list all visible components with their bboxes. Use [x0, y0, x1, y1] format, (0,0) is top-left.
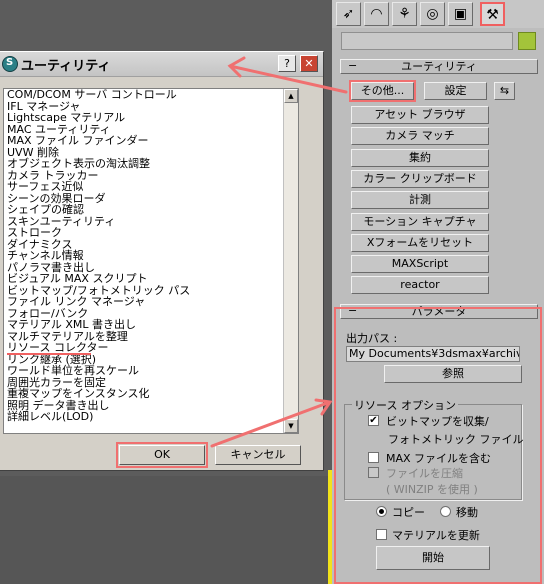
utility-list-item[interactable]: ストローク: [4, 227, 298, 239]
viewport-lower[interactable]: [0, 476, 328, 584]
compress-label-2: ( WINZIP を使用 ): [386, 483, 478, 496]
update-material-label: マテリアルを更新: [392, 529, 480, 542]
object-name-field[interactable]: [341, 32, 513, 50]
dialog-titlebar[interactable]: ユーティリティ ? ✕: [0, 52, 323, 77]
close-button[interactable]: ✕: [300, 55, 318, 72]
utility-button[interactable]: カラー クリップボード: [351, 169, 489, 188]
include-max-checkbox[interactable]: [368, 452, 379, 463]
start-button[interactable]: 開始: [376, 546, 490, 570]
utilities-tab-icon[interactable]: ⚒: [480, 2, 505, 26]
copy-radio[interactable]: [376, 506, 387, 517]
output-path-label: 出力パス :: [346, 332, 398, 345]
utility-list-item[interactable]: チャンネル情報: [4, 250, 298, 262]
utility-button[interactable]: カメラ マッチ: [351, 127, 489, 146]
ok-button[interactable]: OK: [116, 442, 208, 468]
utility-list-item[interactable]: サーフェス近似: [4, 181, 298, 193]
create-tab-icon[interactable]: ➶: [336, 2, 361, 26]
update-material-checkbox[interactable]: [376, 529, 387, 540]
browse-button[interactable]: 参照: [384, 365, 522, 383]
move-label: 移動: [456, 506, 478, 519]
collect-bitmaps-label-2: フォトメトリック ファイル: [388, 433, 524, 446]
utility-list[interactable]: COM/DCOM サーバ コントロール IFL マネージャ Lightscape マ…: [3, 88, 299, 434]
utility-button[interactable]: MAXScript: [351, 255, 489, 274]
utility-list-item[interactable]: ビジュアル MAX スクリプト: [4, 273, 298, 285]
compress-checkbox[interactable]: [368, 467, 379, 478]
object-color-swatch[interactable]: [518, 32, 536, 50]
list-scrollbar[interactable]: ▲ ▼: [283, 89, 298, 433]
utility-button[interactable]: 計測: [351, 191, 489, 210]
utility-button[interactable]: アセット ブラウザ: [351, 106, 489, 124]
cancel-button[interactable]: キャンセル: [215, 445, 301, 465]
motion-tab-icon[interactable]: ◎: [420, 2, 445, 26]
modify-tab-icon[interactable]: ◠: [364, 2, 389, 26]
utility-list-item[interactable]: 詳細レベル(LOD): [4, 411, 298, 423]
utilities-rollout-header[interactable]: − ユーティリティ: [340, 59, 538, 74]
dialog-title: ユーティリティ: [21, 59, 111, 74]
move-radio[interactable]: [440, 506, 451, 517]
utility-list-item[interactable]: ファイル リンク マネージャ: [4, 296, 298, 308]
utility-list-item[interactable]: マテリアル XML 書き出し: [4, 319, 298, 331]
selection-underline: [7, 352, 91, 355]
more-button[interactable]: その他...: [349, 80, 416, 102]
scroll-down-icon[interactable]: ▼: [284, 419, 298, 433]
utility-list-item[interactable]: シェイプの確認: [4, 204, 298, 216]
command-panel-tabs: ➶ ◠ ⚘ ◎ ▣ ⚒: [332, 0, 544, 28]
utilities-dialog: ユーティリティ ? ✕ COM/DCOM サーバ コントロールIFL マネージャ…: [0, 51, 324, 471]
copy-label: コピー: [392, 506, 425, 519]
utility-button[interactable]: 集約: [351, 148, 489, 167]
utility-list-item[interactable]: ワールド単位を再スケール: [4, 365, 298, 377]
utility-list-item[interactable]: COM/DCOM サーバ コントロール: [4, 89, 298, 101]
collect-bitmaps-label-1: ビットマップを収集/: [386, 415, 489, 428]
help-button[interactable]: ?: [278, 55, 296, 72]
scroll-up-icon[interactable]: ▲: [284, 89, 298, 103]
utility-list-item[interactable]: 重複マップをインスタンス化: [4, 388, 298, 400]
display-tab-icon[interactable]: ▣: [448, 2, 473, 26]
utility-list-item[interactable]: Lightscape マテリアル: [4, 112, 298, 124]
utility-list-item[interactable]: オブジェクト表示の淘汰調整: [4, 158, 298, 170]
app-icon: [2, 56, 18, 72]
compress-label-1: ファイルを圧縮: [386, 467, 463, 480]
utility-list-item[interactable]: リソース コレクター: [4, 342, 298, 355]
utility-list-items: COM/DCOM サーバ コントロール IFL マネージャ Lightscape マ…: [4, 89, 298, 423]
utility-button[interactable]: reactor: [351, 276, 489, 295]
resource-options-label: リソース オプション: [352, 397, 458, 413]
configure-sets-icon[interactable]: ⇆: [494, 82, 515, 100]
utility-list-item[interactable]: MAX ファイル ファインダー: [4, 135, 298, 147]
collect-bitmaps-checkbox[interactable]: ✔: [368, 415, 379, 426]
hierarchy-tab-icon[interactable]: ⚘: [392, 2, 417, 26]
utility-button[interactable]: Xフォームをリセット: [351, 233, 489, 252]
output-path-field[interactable]: My Documents¥3dsmax¥archives: [346, 346, 520, 362]
include-max-label: MAX ファイルを含む: [386, 452, 492, 465]
sets-button[interactable]: 設定: [424, 82, 487, 100]
utilities-rollout-title: ユーティリティ: [401, 60, 477, 73]
utility-button[interactable]: モーション キャプチャ: [351, 212, 489, 231]
